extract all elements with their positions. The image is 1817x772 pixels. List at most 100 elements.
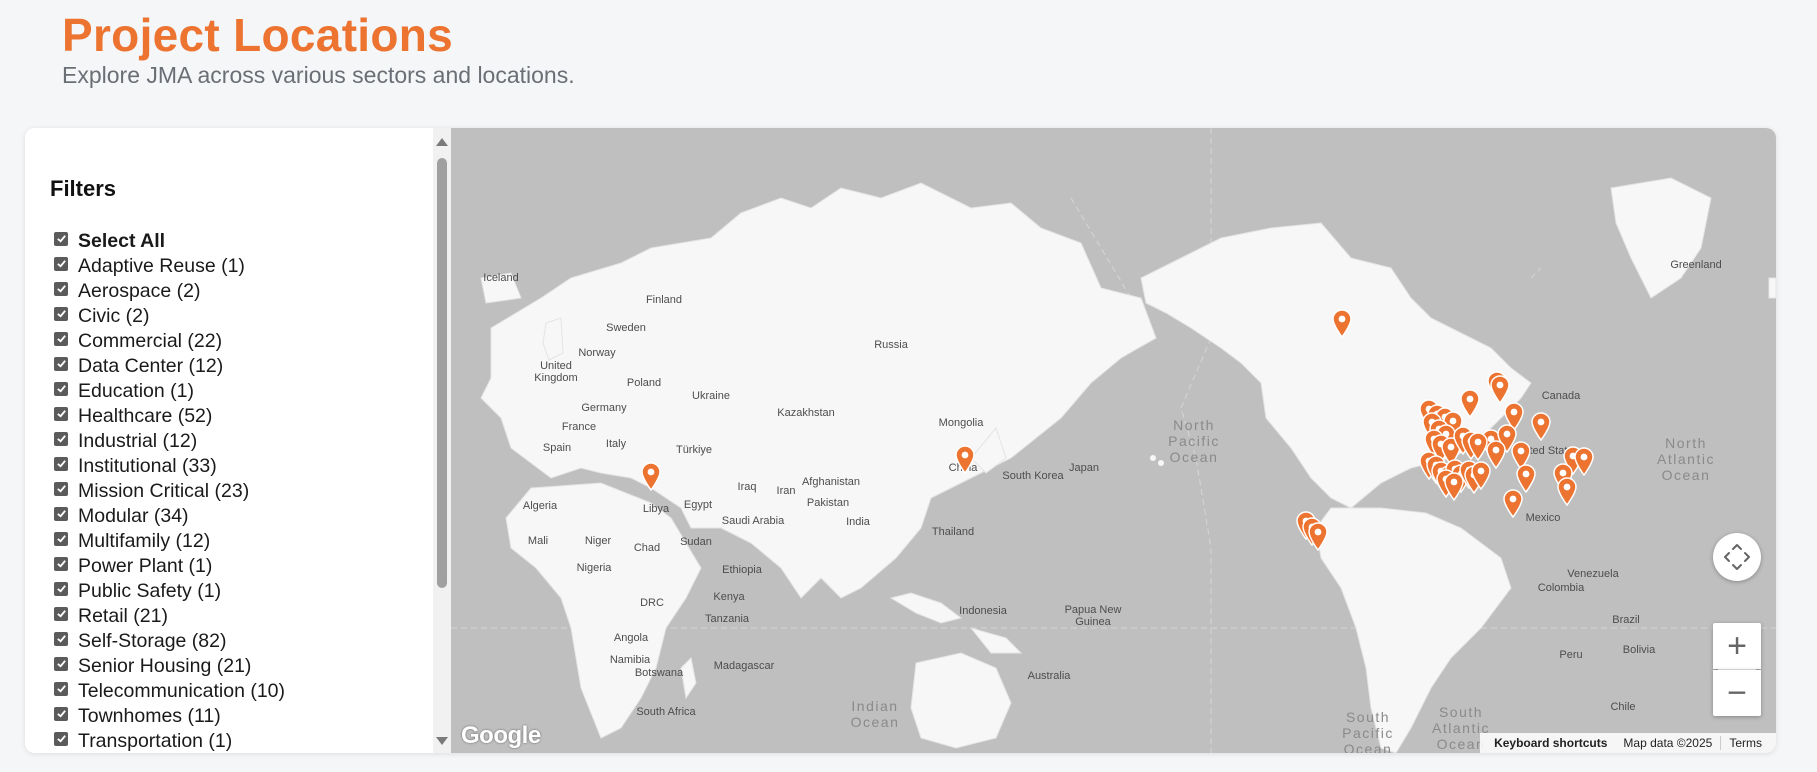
- country-label: Ethiopia: [722, 564, 762, 576]
- checkmark-icon: [56, 310, 66, 318]
- country-label: Venezuela: [1567, 568, 1619, 580]
- filter-item[interactable]: Institutional (33): [54, 454, 424, 479]
- map-pin-icon[interactable]: [1502, 488, 1524, 519]
- country-label: Afghanistan: [801, 476, 861, 488]
- checkmark-icon: [56, 260, 66, 268]
- map-pin-icon[interactable]: [640, 461, 662, 492]
- country-label: Botswana: [634, 667, 684, 679]
- page-title: Project Locations: [62, 9, 454, 61]
- checkbox[interactable]: [54, 706, 68, 721]
- map-pin-icon[interactable]: [1443, 471, 1465, 502]
- terms-link[interactable]: Terms: [1721, 736, 1770, 750]
- camera-control-icon: [1724, 544, 1750, 570]
- checkbox[interactable]: [54, 481, 68, 496]
- filter-item[interactable]: Industrial (12): [54, 429, 424, 454]
- google-logo[interactable]: Google: [461, 722, 541, 750]
- filter-item-label: Mission Critical (23): [78, 480, 250, 502]
- filter-item-label: Select All: [78, 230, 166, 252]
- checkmark-icon: [56, 660, 66, 668]
- filter-item[interactable]: Modular (34): [54, 504, 424, 529]
- map-view[interactable]: Finland Sweden Norway United Kingdom Poland U…: [451, 128, 1776, 753]
- country-label: Bolivia: [1622, 644, 1656, 656]
- country-label: South Korea: [1002, 470, 1064, 482]
- filter-item[interactable]: Self-Storage (82): [54, 629, 424, 654]
- country-label: Chile: [1610, 701, 1636, 713]
- checkbox[interactable]: [54, 381, 68, 396]
- map-pin-icon[interactable]: [954, 444, 976, 475]
- checkbox[interactable]: [54, 581, 68, 596]
- filter-item-label: Self-Storage (82): [78, 630, 227, 652]
- country-label: Kenya: [713, 591, 745, 603]
- map-pin-icon[interactable]: [1307, 521, 1329, 552]
- filter-item[interactable]: Public Safety (1): [54, 579, 424, 604]
- filter-item[interactable]: Aerospace (2): [54, 279, 424, 304]
- checkmark-icon: [56, 360, 66, 368]
- checkmark-icon: [56, 335, 66, 343]
- filter-item[interactable]: Adaptive Reuse (1): [54, 254, 424, 279]
- keyboard-shortcuts-link[interactable]: Keyboard shortcuts: [1486, 736, 1615, 750]
- checkbox[interactable]: [54, 431, 68, 446]
- checkbox[interactable]: [54, 731, 68, 746]
- country-label: France: [561, 421, 597, 433]
- checkmark-icon: [56, 685, 66, 693]
- checkbox[interactable]: [54, 606, 68, 621]
- country-label: Mongolia: [938, 417, 984, 429]
- zoom-out-button[interactable]: −: [1713, 670, 1761, 716]
- checkmark-icon: [56, 435, 66, 443]
- map-pin-icon[interactable]: [1530, 411, 1552, 442]
- filter-item[interactable]: Commercial (22): [54, 329, 424, 354]
- checkbox[interactable]: [54, 331, 68, 346]
- filter-item[interactable]: Telecommunication (10): [54, 679, 424, 704]
- checkbox[interactable]: [54, 256, 68, 271]
- map-pin-icon[interactable]: [1573, 446, 1595, 477]
- filters-heading: Filters: [50, 176, 117, 201]
- checkbox[interactable]: [54, 556, 68, 571]
- scroll-up-icon[interactable]: [436, 138, 448, 146]
- filter-item[interactable]: Power Plant (1): [54, 554, 424, 579]
- map-pin-icon[interactable]: [1485, 439, 1507, 470]
- filter-select-all[interactable]: Select All: [54, 229, 424, 254]
- checkbox[interactable]: [54, 631, 68, 646]
- checkbox[interactable]: [54, 281, 68, 296]
- filter-item-label: Multifamily (12): [78, 530, 211, 552]
- checkbox[interactable]: [54, 531, 68, 546]
- checkbox[interactable]: [54, 231, 68, 246]
- checkbox[interactable]: [54, 506, 68, 521]
- filter-item[interactable]: Transportation (1): [54, 729, 424, 753]
- filter-item-label: Retail (21): [78, 605, 168, 627]
- map-pin-icon[interactable]: [1556, 476, 1578, 507]
- filter-item[interactable]: Education (1): [54, 379, 424, 404]
- country-label: Egypt: [683, 499, 713, 511]
- filter-item[interactable]: Senior Housing (21): [54, 654, 424, 679]
- camera-control-button[interactable]: [1713, 533, 1761, 581]
- checkbox[interactable]: [54, 306, 68, 321]
- filter-item[interactable]: Healthcare (52): [54, 404, 424, 429]
- filter-item[interactable]: Retail (21): [54, 604, 424, 629]
- country-label: Algeria: [522, 500, 558, 512]
- country-label: Japan: [1069, 462, 1099, 474]
- map-pin-icon[interactable]: [1331, 308, 1353, 339]
- country-label: Finland: [645, 294, 683, 306]
- map-pin-icon[interactable]: [1489, 374, 1511, 405]
- filter-item-label: Adaptive Reuse (1): [78, 255, 245, 277]
- country-label: Canada: [1541, 390, 1581, 402]
- checkbox[interactable]: [54, 681, 68, 696]
- country-label: Thailand: [931, 526, 975, 538]
- filter-item[interactable]: Civic (2): [54, 304, 424, 329]
- map-attribution: Keyboard shortcuts Map data ©2025 Terms: [1480, 733, 1776, 753]
- scroll-thumb[interactable]: [437, 158, 447, 588]
- checkbox[interactable]: [54, 406, 68, 421]
- filter-item-label: Townhomes (11): [78, 705, 221, 727]
- filter-item[interactable]: Multifamily (12): [54, 529, 424, 554]
- filter-item[interactable]: Townhomes (11): [54, 704, 424, 729]
- checkbox[interactable]: [54, 456, 68, 471]
- checkbox[interactable]: [54, 656, 68, 671]
- checkmark-icon: [56, 710, 66, 718]
- filter-scrollbar[interactable]: [433, 128, 451, 753]
- country-label: India: [846, 516, 870, 528]
- zoom-in-button[interactable]: +: [1713, 623, 1761, 669]
- scroll-down-icon[interactable]: [436, 737, 448, 745]
- filter-item[interactable]: Data Center (12): [54, 354, 424, 379]
- checkbox[interactable]: [54, 356, 68, 371]
- filter-item[interactable]: Mission Critical (23): [54, 479, 424, 504]
